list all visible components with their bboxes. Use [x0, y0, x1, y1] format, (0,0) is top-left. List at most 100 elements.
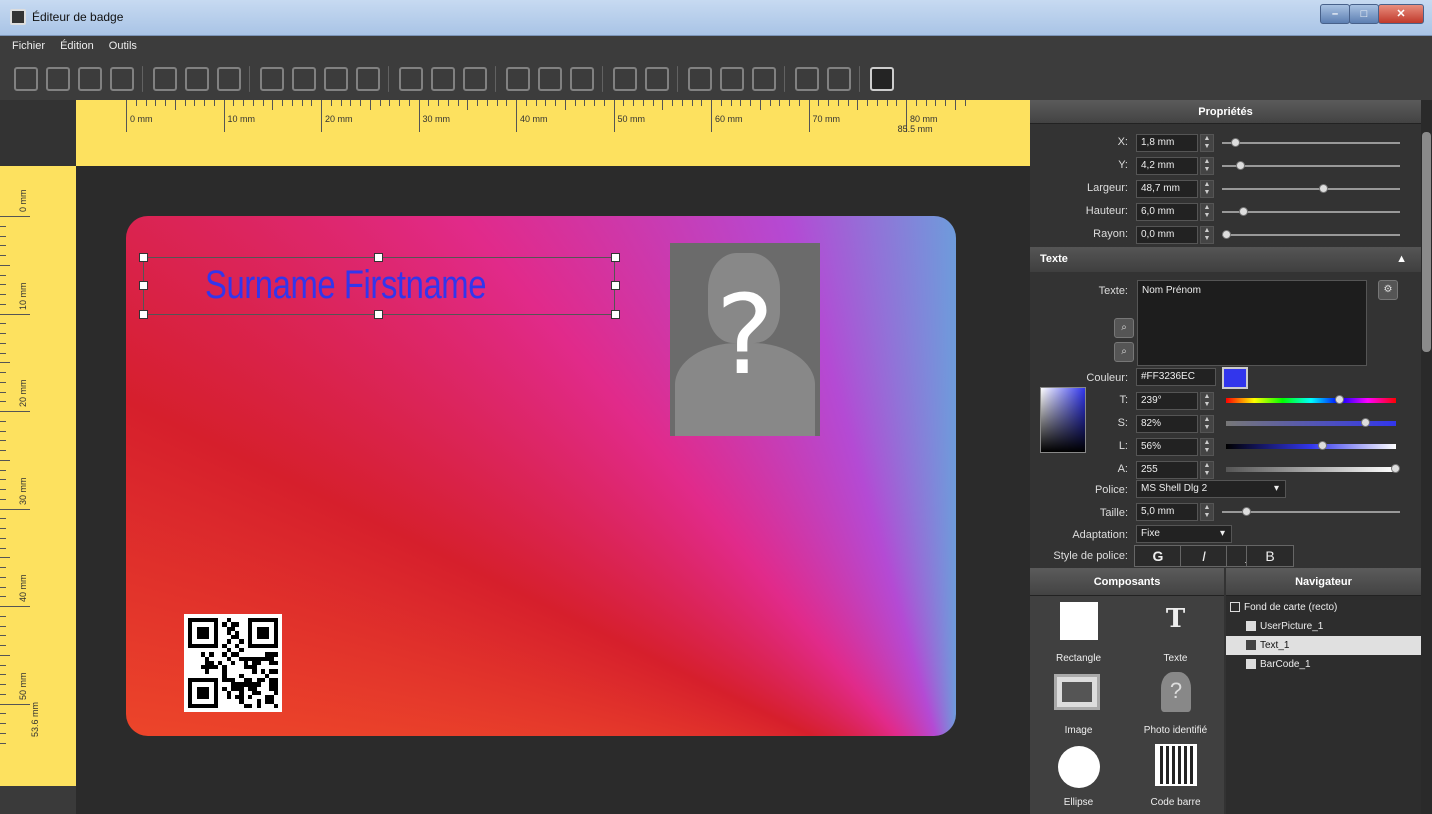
nav-item-userpicture[interactable]: UserPicture_1: [1226, 617, 1421, 636]
taille-slider[interactable]: [1222, 507, 1400, 516]
property-field[interactable]: 0,0 mm: [1136, 226, 1198, 244]
hsla-slider[interactable]: [1226, 395, 1396, 404]
hsla-slider[interactable]: [1226, 464, 1400, 473]
property-slider[interactable]: [1222, 138, 1400, 147]
couleur-field[interactable]: #FF3236EC: [1136, 368, 1216, 386]
hsla-field[interactable]: 239°: [1136, 392, 1198, 410]
resize-handle[interactable]: [374, 310, 383, 319]
layers-icon[interactable]: [645, 67, 669, 91]
hsla-field[interactable]: 56%: [1136, 438, 1198, 456]
resize-handle[interactable]: [374, 253, 383, 262]
property-slider[interactable]: [1222, 184, 1400, 193]
minimize-button[interactable]: –: [1320, 4, 1350, 24]
resize-handle[interactable]: [139, 281, 148, 290]
menu-outils[interactable]: Outils: [109, 40, 137, 52]
name-text-element[interactable]: Surname Firstname: [205, 263, 486, 308]
hsla-spinner[interactable]: ▲ ▼: [1200, 438, 1214, 456]
align-left-icon[interactable]: [399, 67, 423, 91]
component-texte[interactable]: T Texte: [1127, 596, 1224, 668]
maximize-button[interactable]: □: [1349, 4, 1379, 24]
slider-knob[interactable]: [1391, 464, 1400, 473]
barcode-icon[interactable]: [752, 67, 776, 91]
property-spinner[interactable]: ▲ ▼: [1200, 203, 1214, 221]
property-spinner[interactable]: ▲ ▼: [1200, 134, 1214, 152]
bring-front-icon[interactable]: [795, 67, 819, 91]
hsla-spinner[interactable]: ▲ ▼: [1200, 415, 1214, 433]
zoom-out-icon[interactable]: ⌕: [1114, 342, 1134, 362]
component-image[interactable]: Image: [1030, 668, 1127, 740]
taille-spinner[interactable]: ▲ ▼: [1200, 503, 1214, 521]
scroll-thumb[interactable]: [1422, 132, 1431, 352]
adaptation-select[interactable]: Fixe ▾: [1136, 525, 1232, 543]
component-photo[interactable]: ? Photo identifié: [1127, 668, 1224, 740]
select-icon[interactable]: [292, 67, 316, 91]
hsla-spinner[interactable]: ▲ ▼: [1200, 392, 1214, 410]
slider-knob[interactable]: [1334, 395, 1344, 404]
property-field[interactable]: 1,8 mm: [1136, 134, 1198, 152]
property-spinner[interactable]: ▲ ▼: [1200, 226, 1214, 244]
zoom-in-icon[interactable]: ⌕: [1114, 318, 1134, 338]
resize-handle[interactable]: [611, 310, 620, 319]
distribute-center-icon[interactable]: [538, 67, 562, 91]
insert-field-icon[interactable]: ⚙: [1378, 280, 1398, 300]
property-slider[interactable]: [1222, 207, 1400, 216]
italic-button[interactable]: I: [1180, 545, 1228, 567]
property-slider[interactable]: [1222, 230, 1400, 239]
hsla-field[interactable]: 82%: [1136, 415, 1198, 433]
delete-icon[interactable]: [260, 67, 284, 91]
deselect-icon[interactable]: [356, 67, 380, 91]
lines-icon[interactable]: [688, 67, 712, 91]
color-swatch[interactable]: [1222, 367, 1248, 389]
qr-code[interactable]: [184, 614, 282, 712]
bold-button[interactable]: G: [1134, 545, 1182, 567]
open-icon[interactable]: [46, 67, 70, 91]
taille-field[interactable]: 5,0 mm: [1136, 503, 1198, 521]
resize-handle[interactable]: [139, 310, 148, 319]
select-all-icon[interactable]: [324, 67, 348, 91]
property-field[interactable]: 6,0 mm: [1136, 203, 1198, 221]
distribute-left-icon[interactable]: [506, 67, 530, 91]
menu-edition[interactable]: Édition: [60, 40, 94, 52]
property-field[interactable]: 48,7 mm: [1136, 180, 1198, 198]
property-spinner[interactable]: ▲ ▼: [1200, 157, 1214, 175]
nav-item-text[interactable]: Text_1: [1226, 636, 1421, 655]
distribute-right-icon[interactable]: [570, 67, 594, 91]
send-back-icon[interactable]: [827, 67, 851, 91]
texte-textarea[interactable]: Nom Prénom: [1137, 280, 1367, 366]
hsla-slider[interactable]: [1226, 441, 1396, 450]
copy-icon[interactable]: [185, 67, 209, 91]
align-center-icon[interactable]: [431, 67, 455, 91]
property-slider[interactable]: [1222, 161, 1400, 170]
menu-fichier[interactable]: Fichier: [12, 40, 45, 52]
resize-handle[interactable]: [611, 253, 620, 262]
color-picker-gradient[interactable]: [1040, 387, 1086, 453]
property-field[interactable]: 4,2 mm: [1136, 157, 1198, 175]
paste-icon[interactable]: [217, 67, 241, 91]
new-icon[interactable]: [14, 67, 38, 91]
save-as-icon[interactable]: [110, 67, 134, 91]
layer-icon[interactable]: [613, 67, 637, 91]
police-select[interactable]: MS Shell Dlg 2 ▾: [1136, 480, 1286, 498]
hsla-field[interactable]: 255: [1136, 461, 1198, 479]
panel-scrollbar[interactable]: [1421, 100, 1432, 814]
hsla-slider[interactable]: [1226, 418, 1396, 427]
align-right-icon[interactable]: [463, 67, 487, 91]
frame-icon[interactable]: [720, 67, 744, 91]
close-button[interactable]: ✕: [1378, 4, 1424, 24]
nav-item-barcode[interactable]: BarCode_1: [1226, 655, 1421, 674]
slider-knob[interactable]: [1318, 441, 1328, 450]
strike-button[interactable]: B: [1246, 545, 1294, 567]
user-picture-placeholder[interactable]: ?: [670, 243, 820, 436]
component-code-barre[interactable]: Code barre: [1127, 740, 1224, 812]
slider-knob[interactable]: [1361, 418, 1371, 427]
nav-item-background[interactable]: Fond de carte (recto): [1226, 598, 1421, 617]
component-rectangle[interactable]: Rectangle: [1030, 596, 1127, 668]
save-icon[interactable]: [78, 67, 102, 91]
cut-icon[interactable]: [153, 67, 177, 91]
component-ellipse[interactable]: Ellipse: [1030, 740, 1127, 812]
resize-handle[interactable]: [139, 253, 148, 262]
badge-preview-icon[interactable]: [870, 67, 894, 91]
property-spinner[interactable]: ▲ ▼: [1200, 180, 1214, 198]
resize-handle[interactable]: [611, 281, 620, 290]
hsla-spinner[interactable]: ▲ ▼: [1200, 461, 1214, 479]
